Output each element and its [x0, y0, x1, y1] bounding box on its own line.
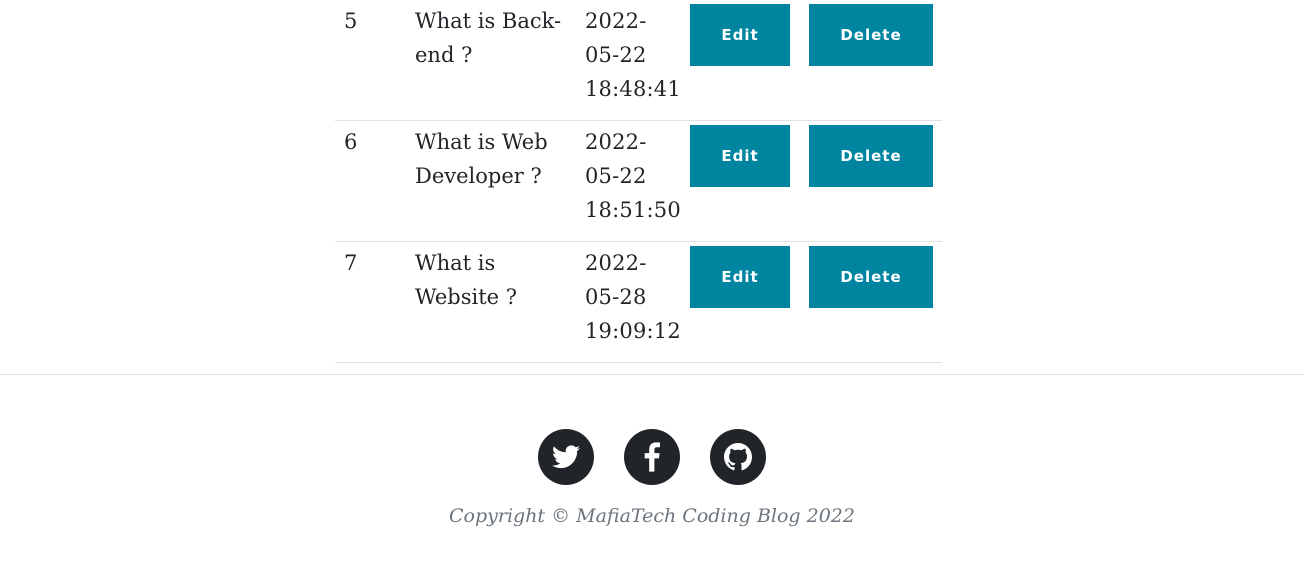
row-title: What is Website ? — [415, 251, 518, 309]
row-id: 7 — [344, 251, 358, 275]
row-title: What is Web Developer ? — [415, 130, 548, 188]
edit-cell: Edit — [682, 0, 801, 121]
table-row: 5 What is Back-end ? 2022- 05-22 18:48:41 … — [335, 0, 942, 121]
delete-button[interactable]: Delete — [809, 4, 933, 66]
posts-table-container: 5 What is Back-end ? 2022- 05-22 18:48:41 … — [335, 0, 942, 363]
row-title: What is Back-end ? — [415, 9, 562, 67]
row-id: 6 — [344, 130, 358, 154]
delete-button[interactable]: Delete — [809, 246, 933, 308]
row-id: 5 — [344, 9, 358, 33]
facebook-icon — [644, 442, 660, 472]
row-date: 2022- 05-22 18:51:50 — [585, 130, 681, 222]
edit-cell: Edit — [682, 242, 801, 363]
footer-divider — [0, 374, 1304, 375]
twitter-icon — [552, 445, 580, 469]
table-row: 6 What is Web Developer ? 2022- 05-22 18:51… — [335, 121, 942, 242]
delete-cell: Delete — [801, 121, 942, 242]
copyright-text: Copyright © MafiaTech Coding Blog 2022 — [449, 505, 855, 527]
delete-button[interactable]: Delete — [809, 125, 933, 187]
edit-button[interactable]: Edit — [690, 246, 790, 308]
table-row: 7 What is Website ? 2022- 05-28 19:09:12 Ed… — [335, 242, 942, 363]
github-icon — [724, 443, 752, 471]
edit-button[interactable]: Edit — [690, 125, 790, 187]
edit-cell: Edit — [682, 121, 801, 242]
edit-button[interactable]: Edit — [690, 4, 790, 66]
github-link[interactable] — [710, 429, 766, 485]
delete-cell: Delete — [801, 242, 942, 363]
facebook-link[interactable] — [624, 429, 680, 485]
delete-cell: Delete — [801, 0, 942, 121]
twitter-link[interactable] — [538, 429, 594, 485]
social-links — [0, 429, 1304, 485]
row-date: 2022- 05-22 18:48:41 — [585, 9, 681, 101]
row-date: 2022- 05-28 19:09:12 — [585, 251, 681, 343]
posts-table: 5 What is Back-end ? 2022- 05-22 18:48:41 … — [335, 0, 942, 363]
